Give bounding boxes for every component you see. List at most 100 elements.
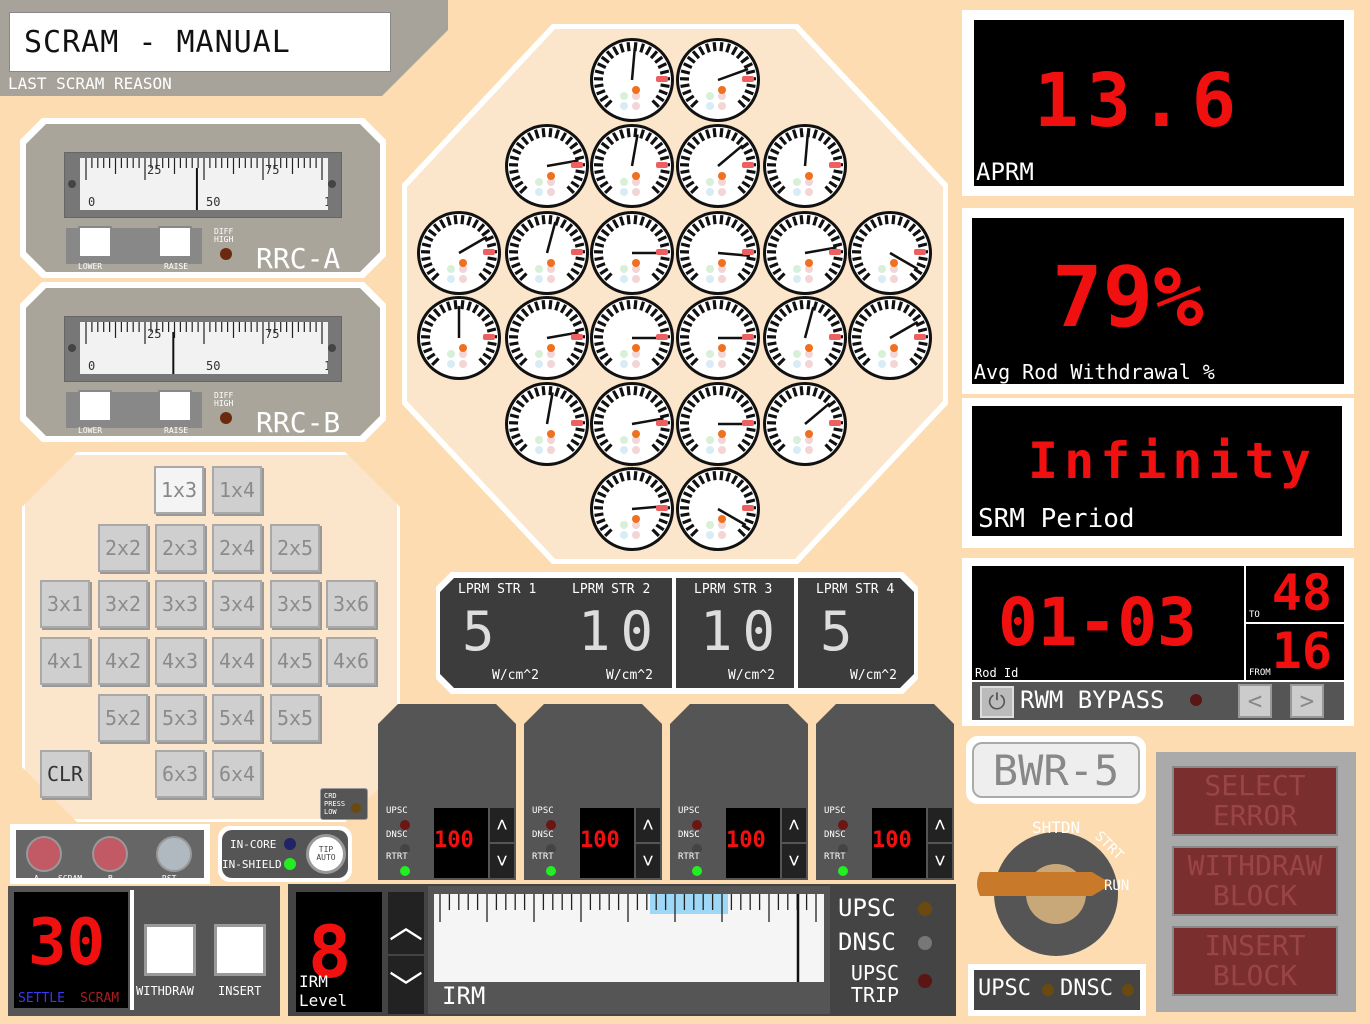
rod-id-value: 01-03 — [998, 584, 1197, 661]
srm-3-dnsc-label: DNSC — [678, 830, 700, 840]
srm-3-count-value: 100 — [726, 828, 766, 853]
tip-auto-label: TIP AUTO — [316, 845, 336, 862]
rod-to-label: TO — [1249, 610, 1260, 620]
srm-1-up-button[interactable]: ˄ — [490, 808, 514, 842]
srm-1-upsc-led — [400, 820, 410, 830]
irm-upsc-trip-label: UPSC TRIP — [850, 961, 900, 1007]
reactor-name: BWR-5 — [992, 745, 1120, 795]
rod-withdrawal-label: Avg Rod Withdrawal % — [974, 360, 1215, 384]
select-error-label: SELECT ERROR — [1204, 769, 1306, 832]
rod-to-display: TO 48 — [1246, 564, 1344, 622]
chevron-up-icon: ˄ — [787, 813, 800, 837]
power-icon: ⏻ — [988, 689, 1006, 715]
aprm-label: APRM — [976, 158, 1034, 186]
aprm-display: 13.6 APRM — [974, 20, 1344, 186]
bottom-dnsc-led — [1122, 984, 1134, 996]
settle-value: 30 — [28, 906, 106, 980]
rod-from-value: 16 — [1271, 622, 1332, 680]
chevron-down-icon: ˅ — [641, 849, 654, 873]
srm-4-rtrt-led — [838, 866, 848, 876]
srm-4-down-button[interactable]: ˅ — [928, 844, 952, 878]
insert-button[interactable] — [214, 924, 266, 976]
srm-2-upsc-led — [546, 820, 556, 830]
srm-2-down-button[interactable]: ˅ — [636, 844, 660, 878]
settle-label: SETTLE — [18, 991, 65, 1006]
srm-1-rtrt-label: RTRT — [386, 852, 408, 862]
aprm-value: 13.6 — [1034, 58, 1245, 144]
irm-down-button[interactable]: ﹀ — [388, 956, 424, 1014]
withdraw-block-indicator: WITHDRAW BLOCK — [1172, 846, 1338, 916]
settle-scram-label: SCRAM — [80, 991, 120, 1006]
srm-3-rtrt-led — [692, 866, 702, 876]
scram-label: SCRAM — [58, 874, 83, 883]
chevron-right-icon: > — [1299, 687, 1315, 715]
rod-prev-button[interactable]: < — [1238, 684, 1272, 718]
srm-1-rtrt-led — [400, 866, 410, 876]
srm-4-upsc-led — [838, 820, 848, 830]
rwm-bypass-led — [1190, 694, 1202, 706]
irm-dnsc-led — [918, 936, 932, 950]
rwm-bypass-button[interactable]: ⏻ — [980, 686, 1014, 718]
reactor-name-inner: BWR-5 — [972, 742, 1140, 798]
rod-next-button[interactable]: > — [1290, 684, 1324, 718]
irm-upsc-label: UPSC — [838, 894, 896, 922]
srm-2-rtrt-label: RTRT — [532, 852, 554, 862]
irm-dnsc-label: DNSC — [838, 928, 896, 956]
in-core-led — [284, 838, 296, 850]
scram-rst-button[interactable] — [156, 836, 192, 872]
chevron-down-icon: ﹀ — [389, 968, 423, 1009]
irm-label: IRM — [442, 982, 486, 1010]
srm-4-dnsc-label: DNSC — [824, 830, 846, 840]
tip-auto-button[interactable]: TIP AUTO — [306, 834, 346, 874]
rwm-bypass-label: RWM BYPASS — [1020, 686, 1165, 714]
select-error-indicator: SELECT ERROR — [1172, 766, 1338, 836]
srm-1-upsc-label: UPSC — [386, 806, 408, 816]
srm-1-count-value: 100 — [434, 828, 474, 853]
chevron-up-icon: ˄ — [933, 813, 946, 837]
in-shield-led — [284, 858, 296, 870]
chevron-down-icon: ˅ — [787, 849, 800, 873]
srm-1-down-button[interactable]: ˅ — [490, 844, 514, 878]
scram-a-button[interactable] — [26, 836, 62, 872]
srm-1-dnsc-label: DNSC — [386, 830, 408, 840]
srm-2-count-value: 100 — [580, 828, 620, 853]
in-shield-label: IN-SHIELD — [222, 858, 282, 871]
mode-shtdn-label: SHTDN — [1032, 818, 1081, 837]
srm-2-dnsc-label: DNSC — [532, 830, 554, 840]
mode-switch-handle — [977, 872, 1112, 896]
bottom-upsc-label: UPSC — [978, 976, 1031, 1001]
rod-to-value: 48 — [1271, 564, 1332, 622]
withdraw-block-label: WITHDRAW BLOCK — [1187, 849, 1323, 912]
srm-4-up-button[interactable]: ˄ — [928, 808, 952, 842]
chevron-left-icon: < — [1247, 687, 1263, 715]
scram-rst-label: RST — [162, 874, 177, 883]
irm-upsc-trip-led — [918, 974, 932, 988]
irm-up-button[interactable]: ︿ — [388, 892, 424, 954]
bottom-upsc-led — [1042, 984, 1054, 996]
chevron-down-icon: ˅ — [933, 849, 946, 873]
insert-block-label: INSERT BLOCK — [1204, 929, 1306, 992]
rod-id-display: 01-03 Rod Id — [972, 566, 1244, 680]
rod-from-display: FROM 16 — [1246, 622, 1344, 680]
srm-period-label: SRM Period — [978, 504, 1135, 534]
rod-from-label: FROM — [1249, 668, 1271, 678]
srm-3-up-button[interactable]: ˄ — [782, 808, 806, 842]
withdraw-label: WITHDRAW — [136, 984, 194, 998]
srm-3-rtrt-label: RTRT — [678, 852, 700, 862]
withdraw-button[interactable] — [144, 924, 196, 976]
srm-period-value: Infinity — [1028, 432, 1317, 490]
srm-4-count-value: 100 — [872, 828, 912, 853]
settle-display: 30 SETTLE SCRAM — [14, 892, 128, 1008]
irm-level-display: 8 IRM Level — [296, 892, 382, 1012]
chevron-up-icon: ︿ — [389, 906, 423, 947]
scram-b-button[interactable] — [92, 836, 128, 872]
srm-3-down-button[interactable]: ˅ — [782, 844, 806, 878]
srm-4-rtrt-label: RTRT — [824, 852, 846, 862]
srm-2-up-button[interactable]: ˄ — [636, 808, 660, 842]
irm-level-label: IRM Level — [299, 972, 348, 1010]
srm-2-rtrt-led — [546, 866, 556, 876]
srm-2-upsc-label: UPSC — [532, 806, 554, 816]
srm-period-display: Infinity SRM Period — [972, 406, 1342, 536]
mode-run-label: RUN — [1104, 878, 1130, 894]
irm-upsc-led — [918, 902, 932, 916]
